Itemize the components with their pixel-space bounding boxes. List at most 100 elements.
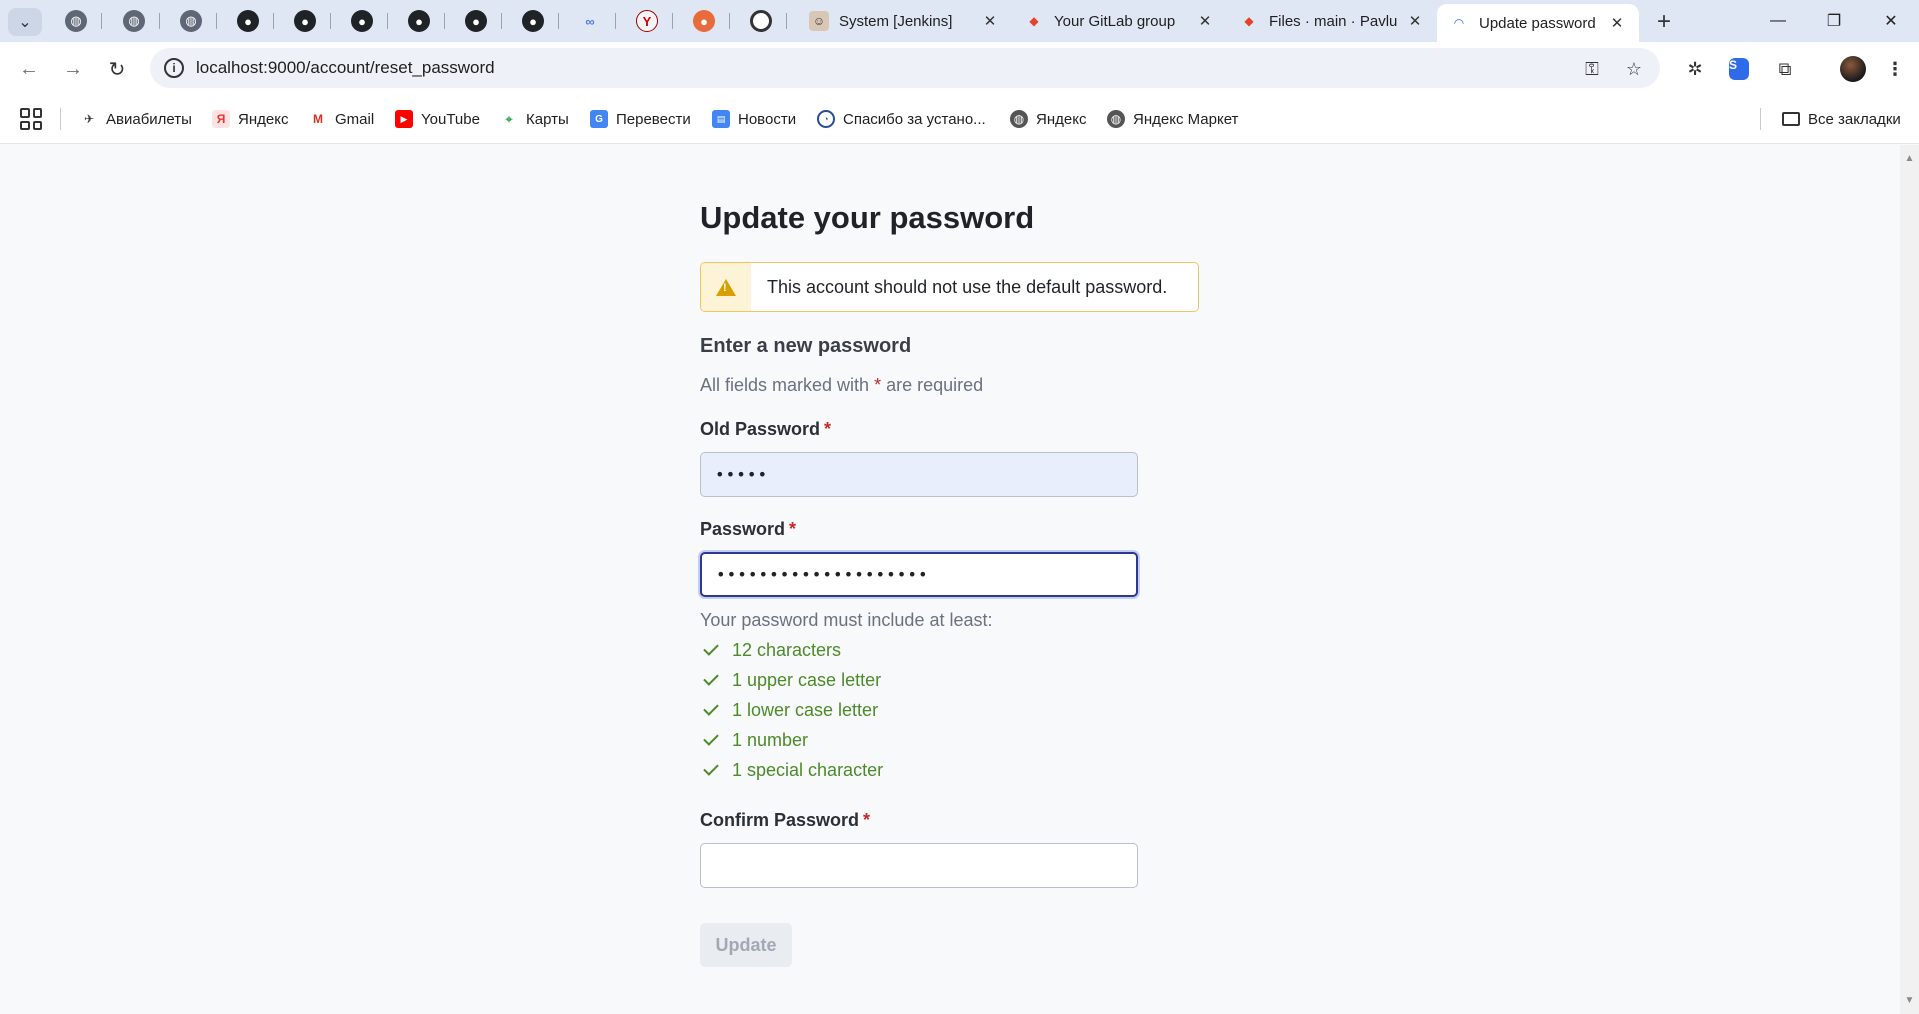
url-text[interactable]: localhost:9000/account/reset_password <box>196 58 495 78</box>
bookmarks-bar: ✈ Авиабилеты Я Яндекс M Gmail ▶ YouTube ⌖ Кар… <box>0 94 1919 144</box>
rule-text: 1 upper case letter <box>732 669 882 690</box>
page-body: Update your password This account should… <box>0 145 1900 1014</box>
tab-icon-y: Y <box>636 10 658 32</box>
globe-icon: ◍ <box>1107 110 1125 128</box>
divider <box>60 108 61 130</box>
check-icon <box>703 760 719 776</box>
close-icon[interactable]: ✕ <box>980 11 1000 31</box>
scroll-up-icon[interactable]: ▲ <box>1904 153 1915 164</box>
tab-title: Update password <box>1479 14 1596 32</box>
bookmark-label: Авиабилеты <box>106 110 192 128</box>
menu-kebab-icon[interactable]: ⋮ <box>1880 54 1910 84</box>
forward-arrow-icon[interactable]: → <box>58 54 88 84</box>
bookmark-item[interactable]: M Gmail <box>309 107 374 131</box>
bookmark-item[interactable]: ◔ Спасибо за устано... <box>817 107 986 131</box>
label-text: Old Password <box>700 419 821 439</box>
jenkins-icon: ☺ <box>809 11 829 31</box>
window-close-icon[interactable]: ✕ <box>1863 4 1919 38</box>
bookmark-item[interactable]: ◍ Яндекс <box>1010 107 1086 131</box>
extension-icon[interactable]: ✲ <box>1680 54 1710 84</box>
bookmark-label: Новости <box>738 110 797 128</box>
bookmark-label: Перевести <box>616 110 691 128</box>
github-icon: ● <box>522 10 544 32</box>
tab-gitlab-files[interactable]: ◆ Files · main · Pavlu ✕ <box>1227 4 1437 38</box>
bookmark-item[interactable]: Я Яндекс <box>212 107 288 131</box>
tab-icon-orange: ● <box>693 10 715 32</box>
vertical-scrollbar[interactable]: ▲ ▼ <box>1900 145 1919 1014</box>
page-title: Update your password <box>700 200 1035 235</box>
alert-icon-box <box>701 263 751 311</box>
bookmark-item[interactable]: ◍ Яндекс Маркет <box>1107 107 1238 131</box>
bookmark-item[interactable]: G Перевести <box>590 107 691 131</box>
label-text: Password <box>700 519 786 539</box>
bookmark-item[interactable]: ⌖ Карты <box>500 107 569 131</box>
puzzle-icon[interactable]: ⧉ <box>1770 54 1800 84</box>
pinned-tab[interactable]: ∞ <box>564 4 616 38</box>
old-password-input[interactable] <box>700 452 1138 497</box>
close-icon[interactable]: ✕ <box>1405 11 1425 31</box>
reload-icon[interactable]: ↻ <box>102 54 132 84</box>
globe-icon: ◍ <box>65 10 87 32</box>
password-rules-intro: Your password must include at least: <box>700 610 993 630</box>
tab-search-chevron-icon[interactable]: ⌄ <box>8 8 42 36</box>
site-info-icon[interactable]: i <box>164 58 184 78</box>
avatar[interactable] <box>1838 54 1868 84</box>
globe-icon: ◍ <box>180 10 202 32</box>
confirm-password-input[interactable] <box>700 843 1138 888</box>
update-button[interactable]: Update <box>700 923 792 967</box>
star-icon[interactable]: ☆ <box>1622 57 1646 81</box>
required-fields-note: All fields marked with * are required <box>700 375 983 396</box>
key-icon[interactable]: ⚿ <box>1580 57 1604 81</box>
scroll-down-icon[interactable]: ▼ <box>1904 995 1915 1006</box>
globe-icon: ◍ <box>123 10 145 32</box>
github-icon: ● <box>294 10 316 32</box>
extension-blue-icon[interactable]: S <box>1724 54 1754 84</box>
bookmark-item[interactable]: ▤ Новости <box>712 107 796 131</box>
bookmark-item[interactable]: ▶ YouTube <box>395 107 480 131</box>
address-bar[interactable]: i localhost:9000/account/reset_password … <box>150 48 1660 88</box>
warning-icon <box>716 278 736 296</box>
pinned-tab[interactable]: ● <box>279 4 331 38</box>
minimize-icon[interactable]: — <box>1750 4 1806 38</box>
pinned-tab[interactable]: ◍ <box>50 4 102 38</box>
yandex-icon: Я <box>212 110 230 128</box>
back-arrow-icon[interactable]: ← <box>14 54 44 84</box>
bookmark-item[interactable]: ✈ Авиабилеты <box>80 107 192 131</box>
bookmark-label: Яндекс Маркет <box>1133 110 1239 128</box>
restore-icon[interactable]: ❐ <box>1806 4 1862 38</box>
github-icon: ● <box>351 10 373 32</box>
app-icon: ◔ <box>817 110 835 128</box>
pinned-tab[interactable]: ● <box>450 4 502 38</box>
pinned-tab[interactable]: ◍ <box>165 4 217 38</box>
new-tab-plus-icon[interactable]: + <box>1650 8 1678 36</box>
pinned-tab[interactable]: ● <box>336 4 388 38</box>
pinned-tab[interactable]: ● <box>507 4 559 38</box>
password-label: Password * <box>700 519 796 540</box>
translate-icon: G <box>590 110 608 128</box>
all-bookmarks-button[interactable]: Все закладки <box>1782 107 1901 131</box>
tab-jenkins[interactable]: ☺ System [Jenkins] ✕ <box>797 4 1012 38</box>
pinned-tab[interactable]: ● <box>678 4 730 38</box>
required-asterisk: * <box>863 810 871 830</box>
divider <box>1760 108 1761 130</box>
new-password-input[interactable] <box>700 552 1138 597</box>
close-icon[interactable]: ✕ <box>1607 13 1627 33</box>
pinned-tab[interactable]: ● <box>393 4 445 38</box>
pinned-tab[interactable]: ● <box>222 4 274 38</box>
tab-gitlab-group[interactable]: ◆ Your GitLab group ✕ <box>1012 4 1227 38</box>
alert-message: This account should not use the default … <box>767 276 1168 297</box>
github-icon: ● <box>465 10 487 32</box>
check-icon <box>703 670 719 686</box>
required-asterisk: * <box>824 419 832 439</box>
apps-grid-icon[interactable] <box>20 108 42 130</box>
pinned-tab[interactable]: Y <box>621 4 673 38</box>
pinned-tab[interactable] <box>735 4 787 38</box>
required-note-text: are required <box>886 375 984 395</box>
close-icon[interactable]: ✕ <box>1195 11 1215 31</box>
maps-icon: ⌖ <box>505 111 513 126</box>
tab-update-password[interactable]: ◠ Update password ✕ <box>1437 4 1639 42</box>
gmail-icon: M <box>313 112 323 126</box>
pinned-tab[interactable]: ◍ <box>108 4 160 38</box>
section-title: Enter a new password <box>700 335 912 357</box>
bookmark-label: Спасибо за устано... <box>843 110 986 128</box>
